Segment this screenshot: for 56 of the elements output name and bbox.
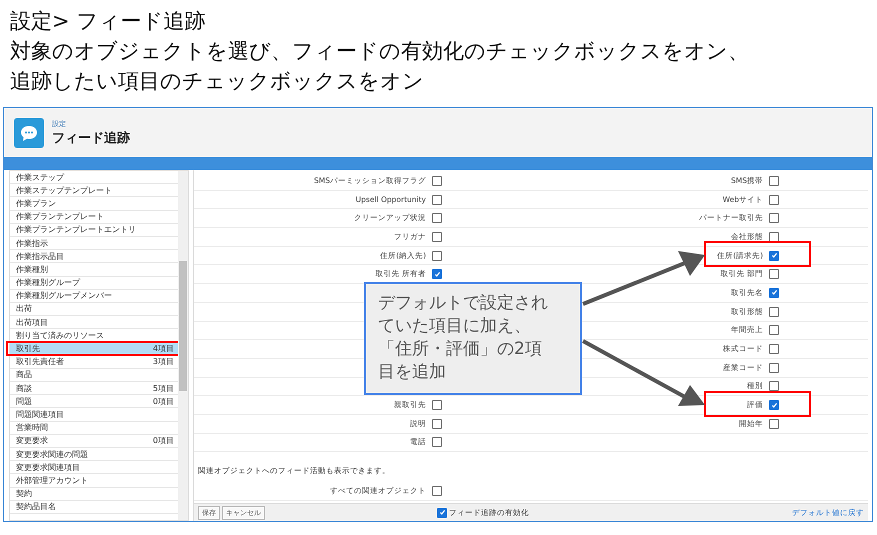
scrollbar[interactable] bbox=[178, 171, 188, 520]
checkbox[interactable] bbox=[432, 194, 442, 205]
checkbox[interactable] bbox=[432, 250, 442, 261]
page-title: フィード追跡 bbox=[52, 130, 130, 146]
object-list-item[interactable]: 作業種別 bbox=[10, 263, 178, 276]
object-list-item[interactable]: 取引先責任者 3項目 bbox=[10, 356, 178, 369]
checkbox[interactable] bbox=[769, 213, 779, 224]
checkbox[interactable] bbox=[769, 269, 779, 280]
object-list-item[interactable]: 作業種別グループ bbox=[10, 276, 178, 290]
checkbox[interactable] bbox=[432, 269, 442, 280]
checkbox[interactable] bbox=[769, 288, 779, 298]
slide-title: 対象のオブジェクトを選び、フィードの有効化のチェックボックスをオン、 bbox=[10, 38, 750, 65]
object-list-item[interactable]: 作業ステップ bbox=[10, 171, 178, 184]
callout-note: デフォルトで設定されていた項目に加え、「住所・評価」の2項目を追加 bbox=[364, 282, 582, 395]
object-list-item[interactable]: 契約品目名 bbox=[10, 500, 178, 514]
checkbox[interactable] bbox=[437, 508, 447, 518]
checkbox[interactable] bbox=[769, 250, 779, 261]
object-list-item[interactable]: 作業指示 bbox=[10, 236, 178, 250]
object-list-item[interactable]: 商談 5項目 bbox=[10, 382, 178, 396]
object-list-item[interactable]: 作業プラン bbox=[10, 197, 178, 211]
checkbox[interactable] bbox=[432, 400, 442, 410]
checkbox[interactable] bbox=[769, 362, 779, 373]
object-list-item[interactable]: 出荷 bbox=[10, 302, 178, 316]
slide-title: 追跡したい項目のチェックボックスをオン bbox=[10, 68, 425, 95]
checkbox[interactable] bbox=[432, 232, 442, 242]
checkbox[interactable] bbox=[769, 176, 779, 186]
chat-icon bbox=[14, 118, 44, 148]
checkbox[interactable] bbox=[432, 486, 442, 496]
checkbox[interactable] bbox=[769, 381, 779, 392]
checkbox[interactable] bbox=[769, 194, 779, 205]
object-list-item[interactable]: 変更要求 0項目 bbox=[10, 434, 178, 448]
checkbox[interactable] bbox=[432, 213, 442, 224]
object-list-item[interactable]: 変更要求関連項目 bbox=[10, 461, 178, 474]
checkbox[interactable] bbox=[769, 418, 779, 429]
object-list-item[interactable]: 問題関連項目 bbox=[10, 408, 178, 422]
checkbox[interactable] bbox=[769, 344, 779, 354]
checkbox[interactable] bbox=[432, 176, 442, 186]
object-list-item[interactable]: 契約 bbox=[10, 488, 178, 501]
object-list-item[interactable]: 作業プランテンプレート bbox=[10, 210, 178, 224]
object-list-item[interactable]: 営業時間 bbox=[10, 422, 178, 435]
checkbox[interactable] bbox=[432, 418, 442, 429]
checkbox[interactable] bbox=[769, 325, 779, 336]
checkbox[interactable] bbox=[432, 437, 442, 448]
object-list-item[interactable]: 作業ステップテンプレート bbox=[10, 184, 178, 198]
object-list-item[interactable]: 作業種別グループメンバー bbox=[10, 290, 178, 303]
object-list-item[interactable]: 作業指示品目 bbox=[10, 250, 178, 264]
object-list-item[interactable]: 商品 bbox=[10, 368, 178, 382]
object-list-item[interactable]: 外部管理アカウント bbox=[10, 474, 178, 488]
object-list-item[interactable]: 出荷項目 bbox=[10, 316, 178, 330]
checkbox[interactable] bbox=[769, 400, 779, 410]
checkbox[interactable] bbox=[769, 232, 779, 242]
slide-title: 設定> フィード追跡 bbox=[10, 8, 206, 35]
object-list-item[interactable]: 問題 0項目 bbox=[10, 395, 178, 408]
checkbox[interactable] bbox=[769, 306, 779, 317]
object-list-item[interactable]: 変更要求関連の問題 bbox=[10, 448, 178, 462]
object-list-item[interactable]: 作業プランテンプレートエントリ bbox=[10, 224, 178, 237]
